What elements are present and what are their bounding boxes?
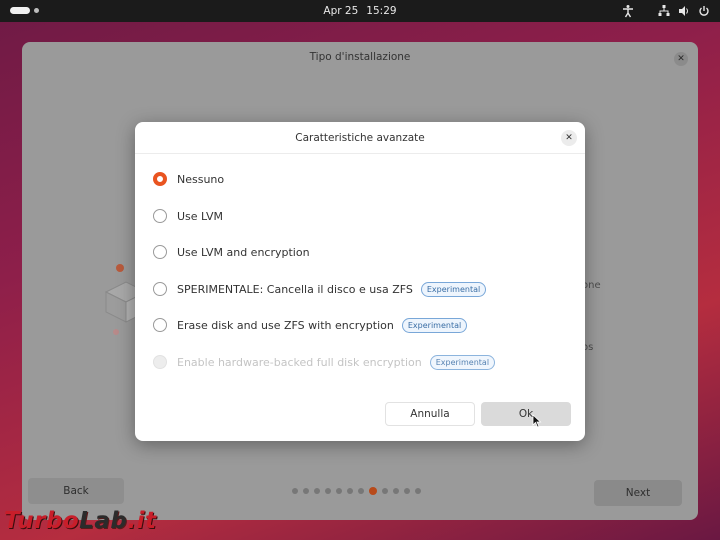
radio-button-disabled bbox=[153, 355, 167, 369]
option-lvm[interactable]: Use LVM bbox=[153, 207, 223, 225]
dialog-header: Caratteristiche avanzate ✕ bbox=[135, 122, 585, 154]
pager-dot bbox=[404, 488, 410, 494]
watermark-part-1: Turbo bbox=[4, 508, 80, 534]
pager-dot bbox=[358, 488, 364, 494]
dialog-close-button[interactable]: ✕ bbox=[561, 130, 577, 146]
radio-button[interactable] bbox=[153, 245, 167, 259]
pager-dot bbox=[415, 488, 421, 494]
option-label: Use LVM bbox=[177, 209, 223, 223]
pager-dot bbox=[314, 488, 320, 494]
option-zfs[interactable]: SPERIMENTALE: Cancella il disco e usa ZF… bbox=[153, 280, 487, 298]
watermark-logo: TurboLab.it bbox=[4, 508, 156, 534]
ok-button[interactable]: Ok bbox=[481, 402, 571, 426]
option-label: Erase disk and use ZFS with encryption bbox=[177, 318, 394, 332]
close-icon: ✕ bbox=[677, 54, 685, 64]
pager-dot bbox=[336, 488, 342, 494]
close-icon: ✕ bbox=[565, 133, 573, 143]
window-title: Tipo d'installazione bbox=[309, 51, 411, 63]
option-label: Enable hardware-backed full disk encrypt… bbox=[177, 355, 422, 369]
back-button[interactable]: Back bbox=[28, 478, 124, 504]
pager-dot bbox=[382, 488, 388, 494]
watermark-part-3: .it bbox=[127, 508, 157, 534]
pager-dot bbox=[393, 488, 399, 494]
cancel-button[interactable]: Annulla bbox=[385, 402, 475, 426]
system-tray[interactable] bbox=[658, 4, 710, 18]
window-close-button[interactable]: ✕ bbox=[674, 52, 688, 66]
accessibility-icon[interactable] bbox=[621, 4, 635, 18]
experimental-badge: Experimental bbox=[420, 281, 487, 297]
advanced-features-dialog: Caratteristiche avanzate ✕ Nessuno Use L… bbox=[135, 122, 585, 441]
workspace-indicator[interactable] bbox=[10, 7, 39, 14]
option-label: Nessuno bbox=[177, 172, 225, 186]
network-icon bbox=[658, 5, 670, 16]
top-bar: Apr 25 15:29 bbox=[0, 0, 720, 22]
power-icon bbox=[699, 6, 709, 16]
radio-button[interactable] bbox=[153, 209, 167, 223]
dialog-title: Caratteristiche avanzate bbox=[295, 132, 425, 144]
radio-button[interactable] bbox=[153, 282, 167, 296]
option-label: SPERIMENTALE: Cancella il disco e usa ZF… bbox=[177, 282, 413, 296]
clock[interactable]: Apr 25 15:29 bbox=[323, 5, 396, 17]
radio-button[interactable] bbox=[153, 172, 167, 186]
pager-dot-active bbox=[369, 487, 377, 495]
option-zfs-encryption[interactable]: Erase disk and use ZFS with encryption E… bbox=[153, 316, 468, 334]
mouse-pointer-icon bbox=[532, 414, 542, 428]
option-lvm-encryption[interactable]: Use LVM and encryption bbox=[153, 243, 310, 261]
radio-button[interactable] bbox=[153, 318, 167, 332]
next-button[interactable]: Next bbox=[594, 480, 682, 506]
volume-icon bbox=[679, 6, 688, 16]
option-none[interactable]: Nessuno bbox=[153, 170, 224, 188]
workspace-dot[interactable] bbox=[34, 8, 39, 13]
pager-dot bbox=[292, 488, 298, 494]
experimental-badge: Experimental bbox=[429, 354, 496, 370]
pager-dot bbox=[325, 488, 331, 494]
pager-dot bbox=[303, 488, 309, 494]
clock-time: 15:29 bbox=[366, 5, 397, 17]
clock-date: Apr 25 bbox=[323, 5, 359, 17]
option-label: Use LVM and encryption bbox=[177, 245, 310, 259]
step-pager bbox=[292, 487, 421, 495]
watermark-part-2: Lab bbox=[79, 508, 128, 534]
option-hardware-encryption: Enable hardware-backed full disk encrypt… bbox=[153, 353, 496, 371]
experimental-badge: Experimental bbox=[401, 317, 468, 333]
pager-dot bbox=[347, 488, 353, 494]
workspace-active[interactable] bbox=[10, 7, 30, 14]
